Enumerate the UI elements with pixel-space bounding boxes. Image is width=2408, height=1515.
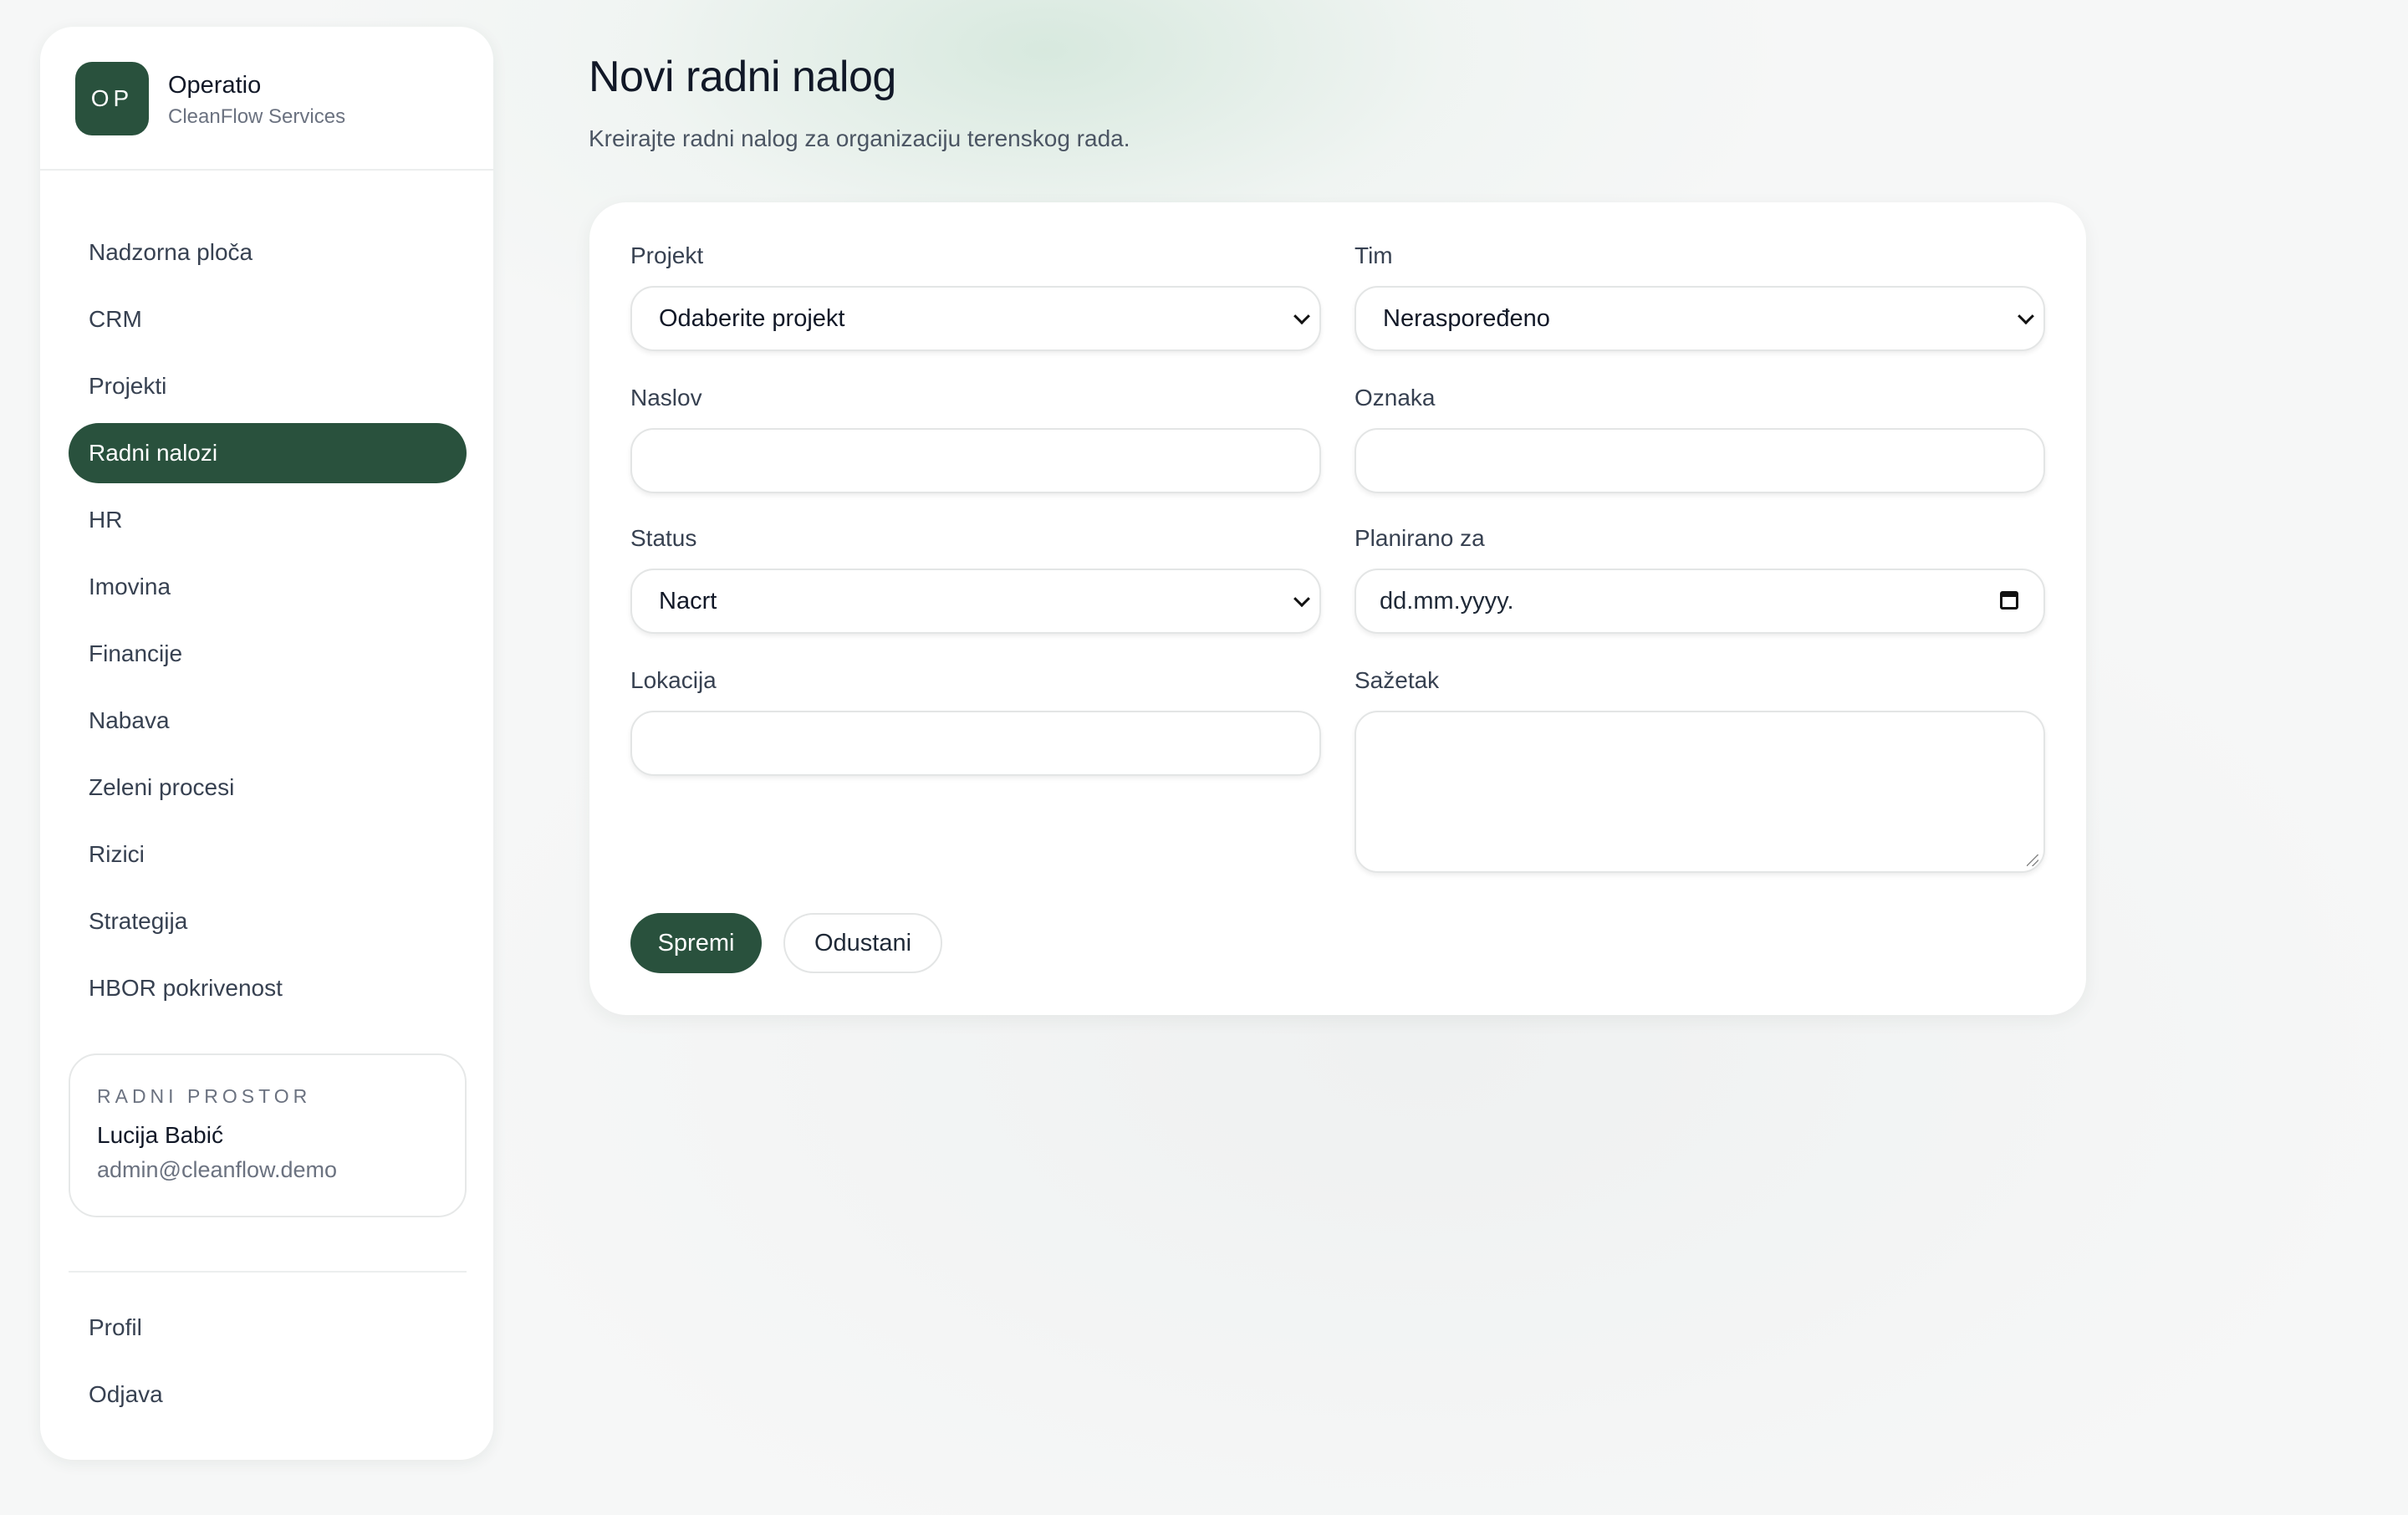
location-input[interactable] [630, 711, 1321, 776]
title-label: Naslov [630, 385, 702, 411]
summary-textarea[interactable] [1354, 711, 2045, 873]
team-select-value: Neraspoređeno [1383, 304, 1550, 332]
status-label: Status [630, 525, 697, 551]
sidebar-item-rizici[interactable]: Rizici [69, 824, 467, 885]
sidebar-item-zeleni-procesi[interactable]: Zeleni procesi [69, 758, 467, 818]
brand: OP Operatio CleanFlow Services [75, 62, 493, 161]
sidebar-item-imovina[interactable]: Imovina [69, 557, 467, 617]
sidebar-item-hbor-pokrivenost[interactable]: HBOR pokrivenost [69, 958, 467, 1018]
sidebar-nav: Nadzorna ploča CRM Projekti Radni nalozi… [69, 222, 467, 1025]
location-label: Lokacija [630, 667, 717, 693]
work-order-form: Projekt Odaberite projekt Tim Neraspoređ… [589, 202, 2086, 1015]
resize-handle-icon[interactable] [2027, 854, 2038, 866]
chevron-down-icon [1293, 308, 1310, 325]
divider [69, 1271, 467, 1273]
project-select[interactable]: Odaberite projekt [630, 286, 1321, 351]
brand-subtitle: CleanFlow Services [168, 105, 346, 128]
planned-date-label: Planirano za [1354, 525, 1485, 551]
sidebar-item-profil[interactable]: Profil [69, 1298, 467, 1358]
page-subtitle: Kreirajte radni nalog za organizaciju te… [589, 125, 1130, 151]
sidebar-item-nadzorna-ploca[interactable]: Nadzorna ploča [69, 222, 467, 283]
tag-label: Oznaka [1354, 385, 1436, 411]
status-select-value: Nacrt [659, 587, 717, 615]
brand-name: Operatio [168, 72, 262, 99]
summary-label: Sažetak [1354, 667, 1440, 693]
brand-logo: OP [75, 62, 149, 135]
page-title: Novi radni nalog [589, 53, 896, 101]
calendar-icon[interactable] [2000, 591, 2018, 610]
title-input[interactable] [630, 428, 1321, 493]
sidebar-item-nabava[interactable]: Nabava [69, 691, 467, 751]
sidebar-item-financije[interactable]: Financije [69, 624, 467, 684]
sidebar-item-crm[interactable]: CRM [69, 289, 467, 349]
workspace-user-name: Lucija Babić [97, 1122, 223, 1148]
project-label: Projekt [630, 242, 704, 268]
team-label: Tim [1354, 242, 1393, 268]
chevron-down-icon [1293, 590, 1310, 608]
sidebar-item-odjava[interactable]: Odjava [69, 1365, 467, 1425]
status-select[interactable]: Nacrt [630, 569, 1321, 634]
workspace-caption: RADNI PROSTOR [97, 1085, 312, 1107]
chevron-down-icon [2018, 308, 2034, 325]
sidebar-item-strategija[interactable]: Strategija [69, 891, 467, 951]
team-select[interactable]: Neraspoređeno [1354, 286, 2045, 351]
tag-input[interactable] [1354, 428, 2045, 493]
account-nav: Profil Odjava [69, 1298, 467, 1431]
project-select-value: Odaberite projekt [659, 304, 845, 332]
sidebar-item-hr[interactable]: HR [69, 490, 467, 550]
workspace-card: RADNI PROSTOR Lucija Babić admin@cleanfl… [69, 1053, 467, 1217]
sidebar: OP Operatio CleanFlow Services Nadzorna … [40, 27, 493, 1460]
workspace-user-email: admin@cleanflow.demo [97, 1157, 338, 1182]
planned-date-placeholder: dd.mm.yyyy. [1380, 587, 1514, 615]
planned-date-input[interactable]: dd.mm.yyyy. [1354, 569, 2045, 634]
divider [40, 169, 493, 171]
cancel-button[interactable]: Odustani [783, 913, 942, 973]
sidebar-item-projekti[interactable]: Projekti [69, 356, 467, 416]
sidebar-item-radni-nalozi[interactable]: Radni nalozi [69, 423, 467, 483]
save-button[interactable]: Spremi [630, 913, 762, 973]
